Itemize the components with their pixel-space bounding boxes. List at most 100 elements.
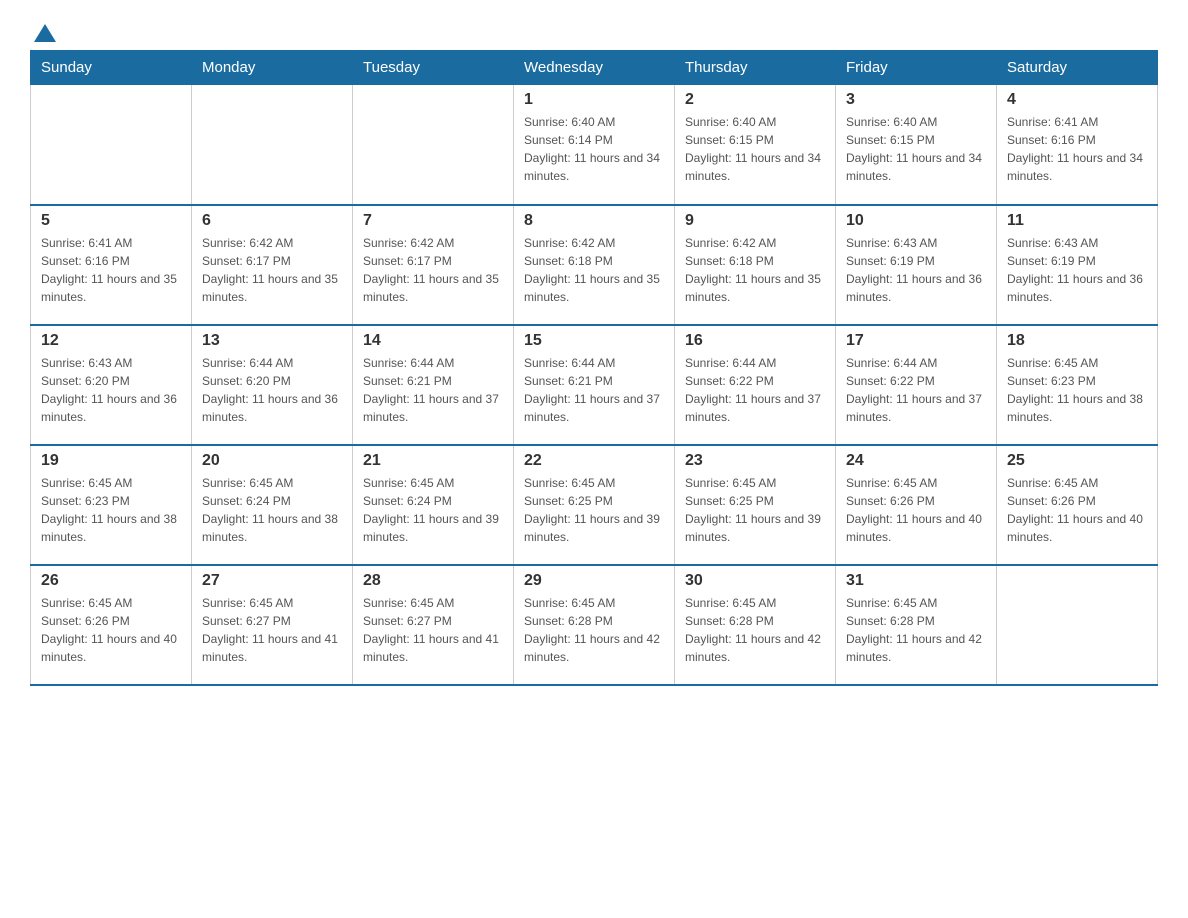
calendar-day-cell: 24 Sunrise: 6:45 AMSunset: 6:26 PMDayligh… [836,445,997,565]
day-number: 18 [1007,332,1147,350]
calendar-day-cell: 28 Sunrise: 6:45 AMSunset: 6:27 PMDayligh… [353,565,514,685]
day-info: Sunrise: 6:45 AMSunset: 6:25 PMDaylight:… [524,474,664,546]
calendar-day-cell: 10 Sunrise: 6:43 AMSunset: 6:19 PMDayligh… [836,205,997,325]
day-number: 10 [846,212,986,230]
day-of-week-header: Monday [192,51,353,85]
calendar-day-cell: 29 Sunrise: 6:45 AMSunset: 6:28 PMDayligh… [514,565,675,685]
day-number: 1 [524,91,664,109]
logo [30,20,56,40]
calendar-day-cell: 5 Sunrise: 6:41 AMSunset: 6:16 PMDaylight… [31,205,192,325]
day-info: Sunrise: 6:44 AMSunset: 6:22 PMDaylight:… [846,354,986,426]
calendar-day-cell: 21 Sunrise: 6:45 AMSunset: 6:24 PMDayligh… [353,445,514,565]
day-number: 25 [1007,452,1147,470]
calendar-day-cell: 30 Sunrise: 6:45 AMSunset: 6:28 PMDayligh… [675,565,836,685]
day-info: Sunrise: 6:45 AMSunset: 6:25 PMDaylight:… [685,474,825,546]
day-number: 28 [363,572,503,590]
calendar-week-row: 12Sunrise: 6:43 AMSunset: 6:20 PMDayligh… [31,325,1158,445]
calendar-table: SundayMondayTuesdayWednesdayThursdayFrid… [30,50,1158,686]
calendar-day-cell: 22 Sunrise: 6:45 AMSunset: 6:25 PMDayligh… [514,445,675,565]
day-number: 6 [202,212,342,230]
calendar-day-cell: 14 Sunrise: 6:44 AMSunset: 6:21 PMDayligh… [353,325,514,445]
calendar-day-cell: 1 Sunrise: 6:40 AMSunset: 6:14 PMDaylight… [514,85,675,205]
day-number: 17 [846,332,986,350]
calendar-header: SundayMondayTuesdayWednesdayThursdayFrid… [31,51,1158,85]
page-header [30,20,1158,40]
day-info: Sunrise: 6:45 AMSunset: 6:28 PMDaylight:… [685,594,825,666]
day-info: Sunrise: 6:40 AMSunset: 6:14 PMDaylight:… [524,113,664,185]
day-info: Sunrise: 6:44 AMSunset: 6:21 PMDaylight:… [524,354,664,426]
calendar-day-cell: 23 Sunrise: 6:45 AMSunset: 6:25 PMDayligh… [675,445,836,565]
day-number: 4 [1007,91,1147,109]
day-of-week-header: Sunday [31,51,192,85]
day-of-week-header: Wednesday [514,51,675,85]
calendar-day-cell: 9Sunrise: 6:42 AMSunset: 6:18 PMDaylight… [675,205,836,325]
day-number: 30 [685,572,825,590]
day-number: 26 [41,572,181,590]
calendar-week-row: 1 Sunrise: 6:40 AMSunset: 6:14 PMDaylight… [31,85,1158,205]
day-number: 20 [202,452,342,470]
day-info: Sunrise: 6:45 AMSunset: 6:26 PMDaylight:… [846,474,986,546]
calendar-body: 1 Sunrise: 6:40 AMSunset: 6:14 PMDaylight… [31,85,1158,685]
day-of-week-header: Tuesday [353,51,514,85]
day-info: Sunrise: 6:45 AMSunset: 6:24 PMDaylight:… [363,474,503,546]
day-info: Sunrise: 6:45 AMSunset: 6:23 PMDaylight:… [41,474,181,546]
day-number: 19 [41,452,181,470]
day-number: 24 [846,452,986,470]
calendar-day-cell: 19 Sunrise: 6:45 AMSunset: 6:23 PMDayligh… [31,445,192,565]
day-info: Sunrise: 6:41 AMSunset: 6:16 PMDaylight:… [41,234,181,306]
days-header-row: SundayMondayTuesdayWednesdayThursdayFrid… [31,51,1158,85]
calendar-day-cell [997,565,1158,685]
calendar-week-row: 26 Sunrise: 6:45 AMSunset: 6:26 PMDayligh… [31,565,1158,685]
day-info: Sunrise: 6:44 AMSunset: 6:22 PMDaylight:… [685,354,825,426]
day-info: Sunrise: 6:40 AMSunset: 6:15 PMDaylight:… [685,113,825,185]
calendar-day-cell: 12Sunrise: 6:43 AMSunset: 6:20 PMDayligh… [31,325,192,445]
day-number: 15 [524,332,664,350]
calendar-day-cell [31,85,192,205]
calendar-day-cell: 4 Sunrise: 6:41 AMSunset: 6:16 PMDaylight… [997,85,1158,205]
day-info: Sunrise: 6:45 AMSunset: 6:26 PMDaylight:… [1007,474,1147,546]
calendar-day-cell [192,85,353,205]
calendar-day-cell: 27Sunrise: 6:45 AMSunset: 6:27 PMDayligh… [192,565,353,685]
day-info: Sunrise: 6:45 AMSunset: 6:26 PMDaylight:… [41,594,181,666]
day-number: 29 [524,572,664,590]
calendar-day-cell: 31 Sunrise: 6:45 AMSunset: 6:28 PMDayligh… [836,565,997,685]
day-info: Sunrise: 6:43 AMSunset: 6:19 PMDaylight:… [1007,234,1147,306]
logo-triangle-icon [34,22,56,44]
day-number: 14 [363,332,503,350]
day-info: Sunrise: 6:45 AMSunset: 6:27 PMDaylight:… [363,594,503,666]
day-number: 21 [363,452,503,470]
day-number: 3 [846,91,986,109]
calendar-day-cell: 6Sunrise: 6:42 AMSunset: 6:17 PMDaylight… [192,205,353,325]
day-number: 12 [41,332,181,350]
day-number: 7 [363,212,503,230]
day-number: 22 [524,452,664,470]
day-info: Sunrise: 6:45 AMSunset: 6:24 PMDaylight:… [202,474,342,546]
day-info: Sunrise: 6:43 AMSunset: 6:19 PMDaylight:… [846,234,986,306]
day-number: 23 [685,452,825,470]
day-number: 8 [524,212,664,230]
day-info: Sunrise: 6:44 AMSunset: 6:21 PMDaylight:… [363,354,503,426]
day-info: Sunrise: 6:40 AMSunset: 6:15 PMDaylight:… [846,113,986,185]
day-info: Sunrise: 6:41 AMSunset: 6:16 PMDaylight:… [1007,113,1147,185]
calendar-day-cell: 13Sunrise: 6:44 AMSunset: 6:20 PMDayligh… [192,325,353,445]
day-info: Sunrise: 6:42 AMSunset: 6:17 PMDaylight:… [363,234,503,306]
day-of-week-header: Thursday [675,51,836,85]
calendar-day-cell: 2 Sunrise: 6:40 AMSunset: 6:15 PMDaylight… [675,85,836,205]
day-info: Sunrise: 6:45 AMSunset: 6:28 PMDaylight:… [846,594,986,666]
calendar-week-row: 19 Sunrise: 6:45 AMSunset: 6:23 PMDayligh… [31,445,1158,565]
calendar-day-cell: 11 Sunrise: 6:43 AMSunset: 6:19 PMDayligh… [997,205,1158,325]
day-number: 11 [1007,212,1147,230]
calendar-day-cell: 20 Sunrise: 6:45 AMSunset: 6:24 PMDayligh… [192,445,353,565]
day-number: 31 [846,572,986,590]
day-number: 5 [41,212,181,230]
day-number: 27 [202,572,342,590]
day-info: Sunrise: 6:42 AMSunset: 6:18 PMDaylight:… [685,234,825,306]
day-of-week-header: Friday [836,51,997,85]
day-number: 13 [202,332,342,350]
day-number: 2 [685,91,825,109]
calendar-day-cell: 8 Sunrise: 6:42 AMSunset: 6:18 PMDaylight… [514,205,675,325]
day-info: Sunrise: 6:45 AMSunset: 6:28 PMDaylight:… [524,594,664,666]
calendar-day-cell: 18Sunrise: 6:45 AMSunset: 6:23 PMDayligh… [997,325,1158,445]
day-info: Sunrise: 6:42 AMSunset: 6:18 PMDaylight:… [524,234,664,306]
calendar-day-cell: 7 Sunrise: 6:42 AMSunset: 6:17 PMDaylight… [353,205,514,325]
